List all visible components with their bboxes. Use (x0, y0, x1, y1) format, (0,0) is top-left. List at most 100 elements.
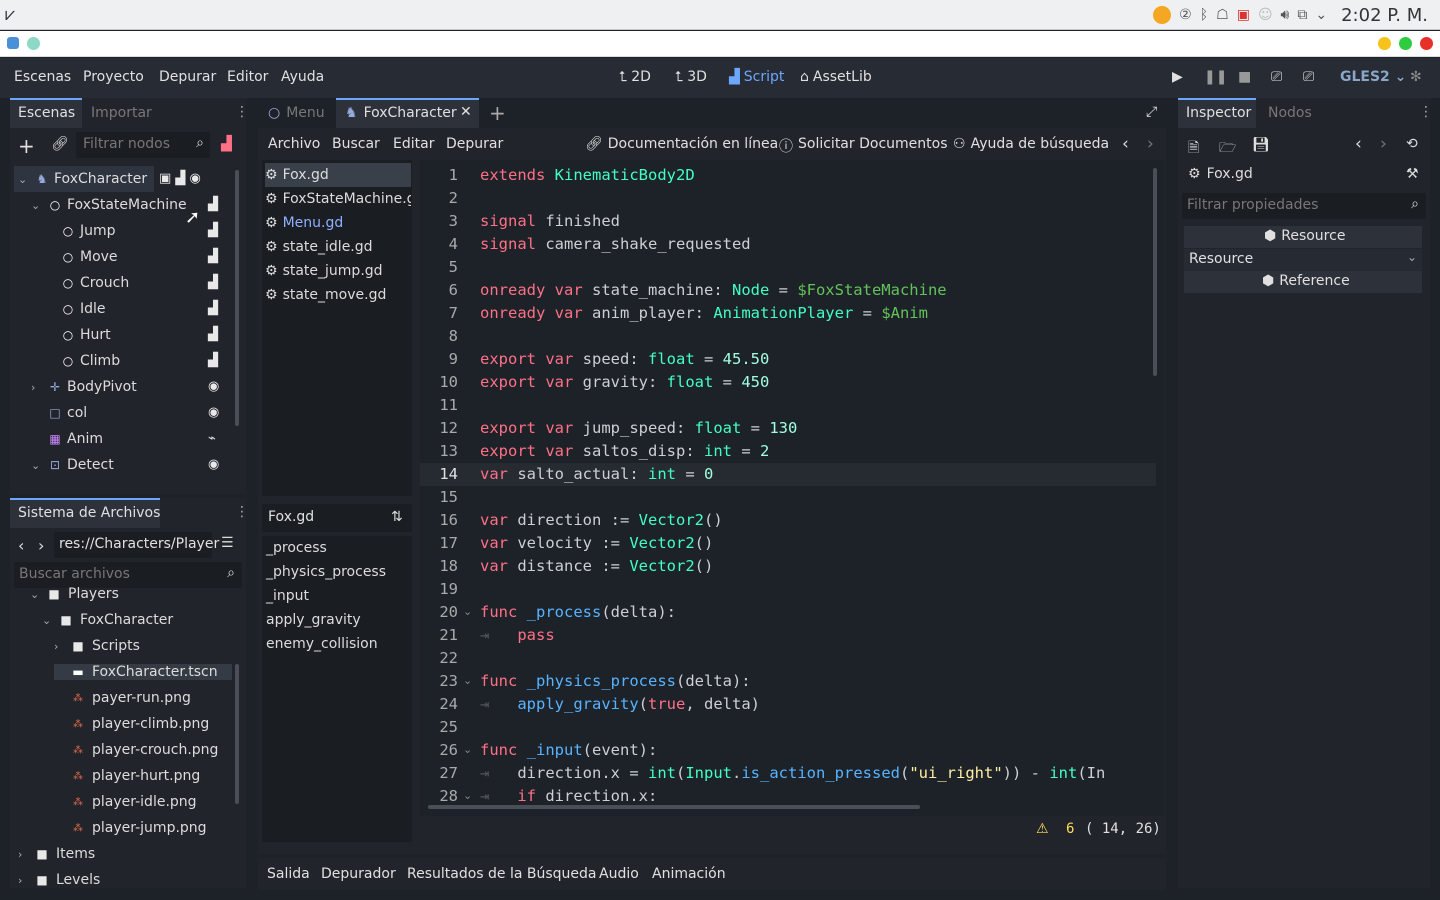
expander-icon[interactable]: ⌄ (42, 614, 54, 627)
scene-tree-scrollbar[interactable] (235, 170, 239, 426)
code-hscrollbar[interactable] (428, 805, 920, 809)
add-node-icon[interactable]: + (18, 134, 35, 158)
display-icon[interactable]: ▣ (1237, 7, 1250, 23)
workspace-3d[interactable]: ⮤ 3D (675, 69, 707, 85)
method-item[interactable]: _physics_process (266, 564, 386, 580)
new-resource-icon[interactable]: 🗎 (1188, 137, 1199, 161)
expander-icon[interactable]: › (18, 848, 30, 861)
visibility-icon[interactable]: ◉ (208, 405, 219, 420)
pause-icon[interactable]: ❚❚ (1204, 69, 1227, 85)
menu-editor[interactable]: Editor (227, 69, 268, 85)
script-icon[interactable]: ▟ (208, 249, 218, 264)
app-launcher-icon[interactable]: ⩗ (5, 4, 27, 26)
tab-busqueda[interactable]: Resultados de la Búsqueda (407, 866, 597, 882)
fs-item[interactable]: ⌄ ■ Players (30, 586, 119, 602)
script-file-item[interactable]: ⚙ Fox.gd (265, 163, 411, 187)
expander-icon[interactable]: › (18, 874, 30, 887)
close-tab-icon[interactable]: ✕ (460, 104, 472, 120)
fold-icon[interactable]: ⌄ (463, 605, 472, 618)
workspace-assetlib[interactable]: ⌂ AssetLib (800, 69, 872, 85)
pin-icon[interactable] (27, 37, 40, 50)
filesystem-menu-icon[interactable]: ⋮ (235, 504, 249, 520)
search-files-input[interactable]: Buscar archivos ⌕ (14, 562, 242, 588)
play-custom-scene-icon[interactable]: ⎚ (1303, 69, 1314, 85)
fs-item[interactable]: › ■ Levels (18, 872, 100, 886)
tab-importar[interactable]: Importar (91, 105, 152, 121)
save-resource-icon[interactable]: 💾︎ (1252, 137, 1270, 153)
maximize-button[interactable] (1399, 37, 1412, 50)
clipboard-icon[interactable]: ⧉ (1297, 7, 1307, 23)
fs-item[interactable]: ⁂ player-jump.png (54, 820, 207, 836)
forward-icon[interactable]: › (38, 536, 44, 555)
fold-icon[interactable]: ⌄ (463, 674, 472, 687)
play-icon[interactable]: ▶ (1172, 69, 1183, 85)
fs-item[interactable]: › ■ Items (18, 846, 95, 862)
request-docs-button[interactable]: ⓘ Solicitar Documentos (779, 136, 947, 156)
history-back-icon[interactable]: ‹ (1355, 134, 1362, 154)
expander-icon[interactable]: ⌄ (30, 588, 42, 601)
close-button[interactable] (1420, 37, 1433, 50)
category-resource[interactable]: Resource ⌄ (1184, 249, 1422, 271)
fs-item[interactable]: ⁂ player-crouch.png (54, 742, 218, 758)
fs-item[interactable]: › ■ Scripts (54, 638, 140, 654)
fs-item[interactable]: ▬ FoxCharacter.tscn (54, 664, 232, 680)
prev-script-icon[interactable]: ‹ (1122, 134, 1129, 154)
filter-properties-input[interactable]: Filtrar propiedades ⌕ (1182, 193, 1426, 219)
tab-nodos[interactable]: Nodos (1268, 105, 1312, 121)
fs-item[interactable]: ⁂ player-idle.png (54, 794, 197, 810)
bluetooth-icon[interactable]: ᛒ (1200, 7, 1208, 23)
chevron-down-icon[interactable]: ⌄ (1315, 7, 1327, 23)
help-icon[interactable]: ② (1179, 7, 1192, 23)
filter-nodes-input[interactable]: Filtrar nodos ⌕ (76, 132, 210, 158)
inspector-menu-icon[interactable]: ⋮ (1419, 104, 1433, 120)
script-file-item[interactable]: ⚙ state_idle.gd (265, 235, 411, 259)
user-icon[interactable]: ☺ (1258, 7, 1273, 23)
fs-item[interactable]: ⁂ player-hurt.png (54, 768, 200, 784)
section-reference[interactable]: ⬢ Reference (1184, 271, 1422, 293)
script-file-item[interactable]: ⚙ state_move.gd (265, 283, 411, 307)
history-forward-icon[interactable]: › (1380, 134, 1387, 154)
play-scene-icon[interactable]: ⎚ (1271, 69, 1282, 85)
fs-item[interactable]: ⁂ payer-run.png (54, 690, 191, 706)
filesystem-scrollbar[interactable] (235, 664, 239, 804)
expander-icon[interactable]: ⌄ (31, 459, 43, 472)
online-docs-button[interactable]: 🔗︎ Documentación en línea (585, 136, 778, 152)
script-file-item[interactable]: ⚙ state_jump.gd (265, 259, 411, 283)
split-view-icon[interactable]: ☰ (221, 535, 234, 551)
code-vscrollbar[interactable] (1153, 168, 1157, 376)
tab-salida[interactable]: Salida (267, 866, 310, 882)
load-resource-icon[interactable]: 🗁 (1219, 137, 1236, 161)
menu-ayuda[interactable]: Ayuda (281, 69, 324, 85)
visibility-icon[interactable]: ◉ (208, 379, 219, 394)
minimize-button[interactable] (1378, 37, 1391, 50)
method-item[interactable]: enemy_collision (266, 636, 378, 652)
script-file-item[interactable]: ⚙ FoxStateMachine.gd (265, 187, 411, 211)
scene-node-foxcharacter[interactable]: ⌄ ♞ FoxCharacter (14, 166, 154, 192)
history-icon[interactable]: ⟲ (1406, 136, 1418, 152)
expander-icon[interactable]: ⌄ (31, 199, 43, 212)
script-menu-depurar[interactable]: Depurar (446, 136, 503, 152)
script-icon[interactable]: ▟ (208, 223, 218, 238)
new-tab-icon[interactable]: + (489, 101, 506, 125)
method-filter-input[interactable]: Fox.gd (262, 504, 412, 532)
fold-icon[interactable]: ⌄ (463, 743, 472, 756)
fold-icon[interactable]: ⌄ (463, 789, 472, 802)
workspace-script[interactable]: ▟ Script (729, 69, 784, 85)
code-editor[interactable] (420, 160, 1164, 816)
dock-menu-icon[interactable]: ⋮ (235, 104, 249, 120)
expander-icon[interactable]: › (31, 381, 43, 394)
stop-icon[interactable]: ■ (1238, 69, 1251, 85)
script-icon[interactable]: ▟ (208, 197, 218, 212)
script-icon[interactable]: ▟ (208, 327, 218, 342)
tab-animacion[interactable]: Animación (652, 866, 726, 882)
menu-depurar[interactable]: Depurar (159, 69, 216, 85)
attach-script-icon[interactable]: ▟ (221, 136, 232, 152)
script-icon[interactable]: ▟ (208, 353, 218, 368)
section-resource[interactable]: ⬢ Resource (1184, 226, 1422, 248)
script-icon[interactable]: ▟ (208, 275, 218, 290)
tab-audio[interactable]: Audio (599, 866, 639, 882)
renderer-select[interactable]: GLES2 ⌄ (1340, 69, 1406, 85)
node-status-icons[interactable]: ▣ ▟ ◉ (159, 171, 201, 186)
script-icon[interactable]: ▟ (208, 301, 218, 316)
sort-icon[interactable]: ⇅ (391, 509, 403, 525)
